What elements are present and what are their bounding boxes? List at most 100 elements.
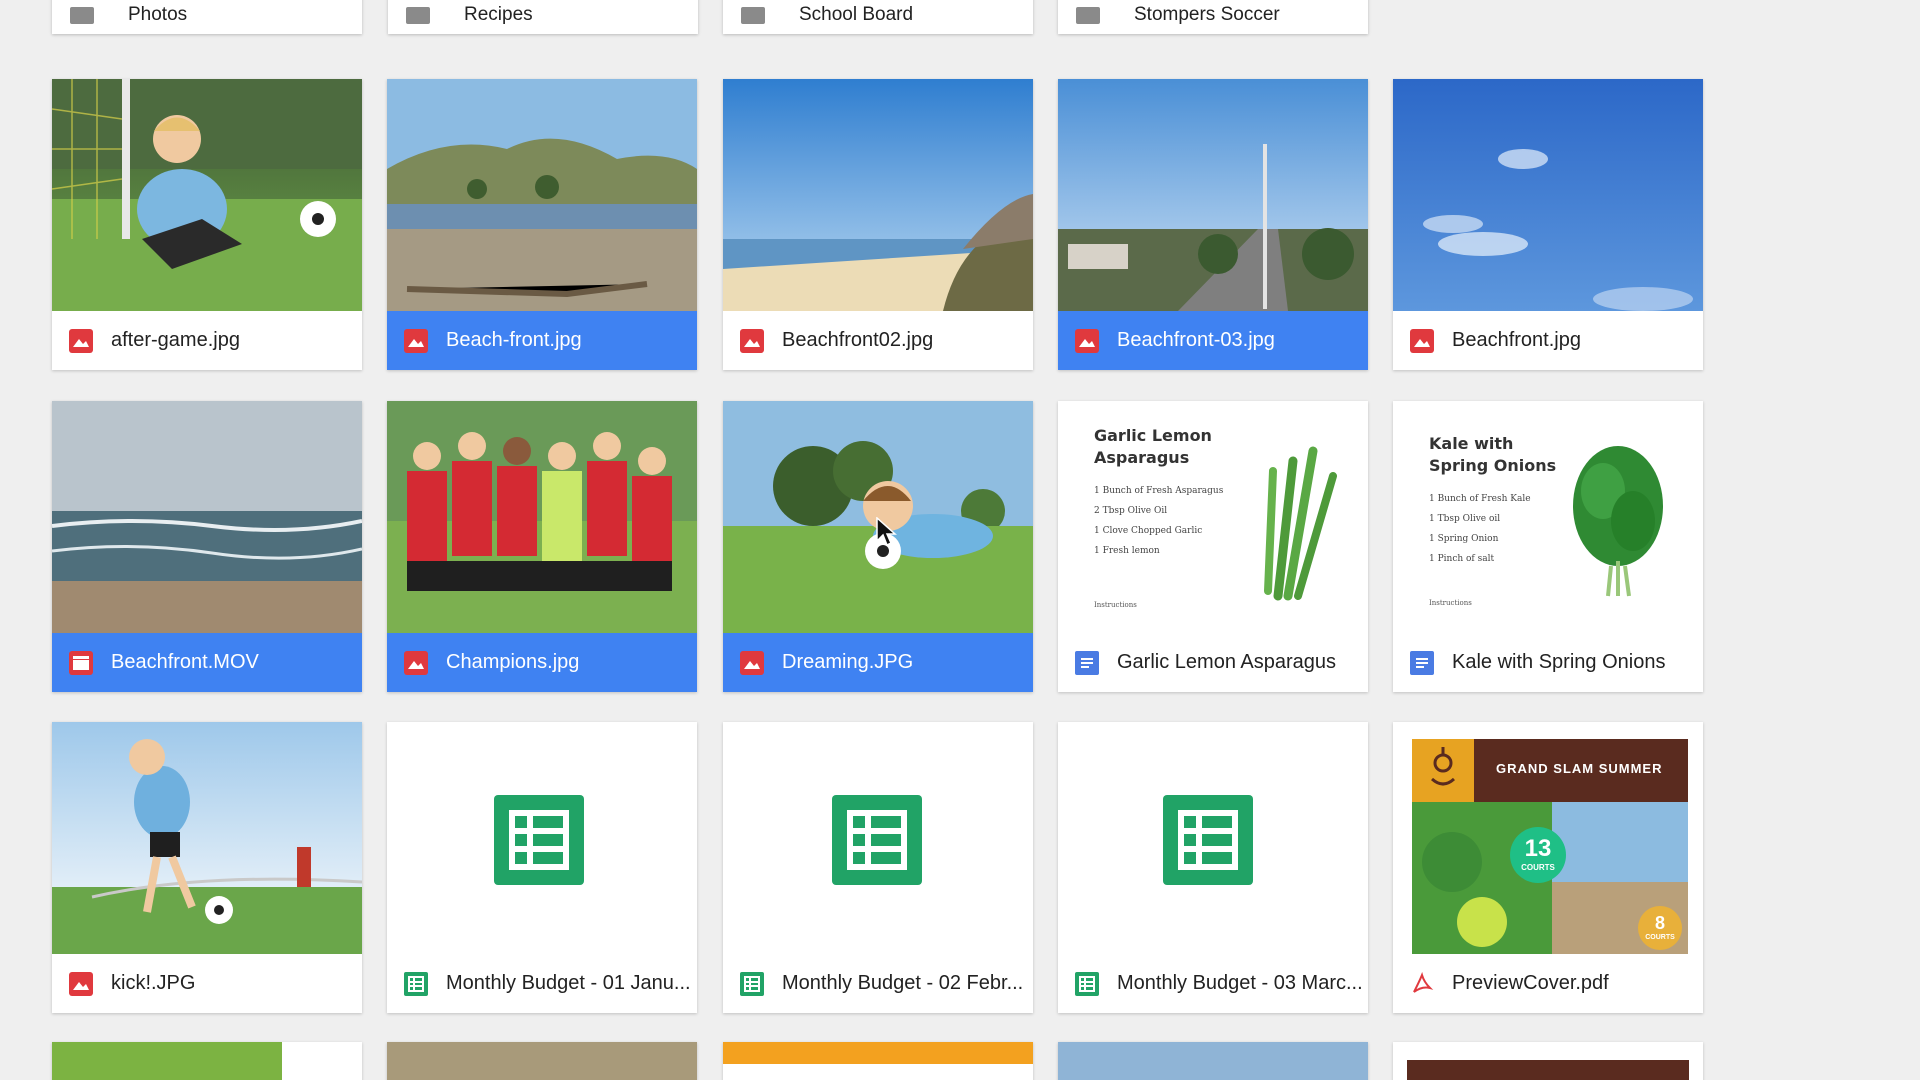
file-card-beachfront-mov[interactable]: Beachfront.MOV [52,401,362,692]
file-label: Champions.jpg [387,633,697,692]
badge-number: 8 [1654,913,1665,933]
file-label: Monthly Budget - 01 Janu... [387,954,697,1013]
file-card-monthly-budget-02[interactable]: Monthly Budget - 02 Febr... [723,722,1033,1013]
video-file-icon [69,650,93,675]
file-card-partial[interactable] [1393,1042,1703,1080]
file-card-beachfront02[interactable]: Beachfront02.jpg [723,79,1033,370]
sheet-file-icon [404,971,428,996]
file-thumbnail [723,79,1033,311]
courts-badge: 8 COURTS [1638,906,1682,950]
file-card-partial[interactable] [52,1042,362,1080]
folder-recipes[interactable]: Recipes [388,0,698,34]
file-name: Beachfront.MOV [111,651,259,673]
file-label: Beachfront.jpg [1393,311,1703,370]
file-thumbnail [52,401,362,633]
file-label: Monthly Budget - 03 Marc... [1058,954,1368,1013]
file-thumbnail [387,722,697,954]
recipe-ingredient: 1 Bunch of Fresh Asparagus [1094,486,1224,496]
recipe-ingredient: 1 Fresh lemon [1094,546,1160,556]
recipe-ingredient: 1 Tbsp Olive oil [1429,514,1501,524]
recipe-ingredient: 2 Tbsp Olive Oil [1094,506,1168,516]
file-card-partial[interactable] [723,1042,1033,1080]
file-label: Monthly Budget - 02 Febr... [723,954,1033,1013]
file-card-partial[interactable] [1058,1042,1368,1080]
file-card-garlic-lemon-asparagus[interactable]: Garlic Lemon Asparagus 1 Bunch of Fresh … [1058,401,1368,692]
file-label: Beachfront02.jpg [723,311,1033,370]
file-thumbnail [1393,79,1703,311]
image-file-icon [69,328,93,353]
file-thumbnail [1058,79,1368,311]
file-card-champions[interactable]: Champions.jpg [387,401,697,692]
recipe-ingredient: 1 Clove Chopped Garlic [1094,526,1203,536]
folder-name: Photos [128,4,188,25]
file-name: after-game.jpg [111,329,240,351]
file-name: Dreaming.JPG [782,651,914,673]
pdf-file-icon [1410,971,1434,996]
badge-label: COURTS [1521,863,1555,872]
file-thumbnail [723,722,1033,954]
cover-logo-icon [1412,739,1474,802]
file-card-beachfront-03[interactable]: Beachfront-03.jpg [1058,79,1368,370]
file-card-partial[interactable] [387,1042,697,1080]
folder-photos[interactable]: Photos [52,0,362,34]
cover-title: GRAND SLAM SUMMER [1496,761,1663,776]
file-thumbnail [52,79,362,311]
file-thumbnail [387,79,697,311]
file-card-monthly-budget-03[interactable]: Monthly Budget - 03 Marc... [1058,722,1368,1013]
cover-photo: 13 COURTS 8 COURTS [1412,802,1688,954]
file-thumbnail: Kale with Spring Onions 1 Bunch of Fresh… [1393,401,1703,633]
image-file-icon [1075,328,1099,353]
cover-header: GRAND SLAM SUMMER [1412,739,1688,802]
file-card-monthly-budget-01[interactable]: Monthly Budget - 01 Janu... [387,722,697,1013]
badge-number: 13 [1524,835,1552,862]
file-thumbnail [1058,722,1368,954]
file-card-after-game[interactable]: after-game.jpg [52,79,362,370]
recipe-instructions: Instructions [1429,599,1472,607]
file-name: Beachfront.jpg [1452,329,1581,351]
partial-thumbnail [387,1042,697,1080]
spreadsheet-icon [832,795,922,885]
folder-icon [1076,6,1100,24]
file-label: Beachfront.MOV [52,633,362,692]
image-file-icon [740,328,764,353]
image-file-icon [69,971,93,996]
file-card-beachfront[interactable]: Beachfront.jpg [1393,79,1703,370]
image-file-icon [1410,328,1434,353]
partial-thumbnail [52,1042,282,1080]
file-name: Beachfront-03.jpg [1117,329,1275,351]
folder-icon [70,6,94,24]
file-name: kick!.JPG [111,972,196,994]
mouse-cursor-icon [876,517,897,547]
image-file-icon [404,650,428,675]
recipe-title: Spring Onions [1429,456,1557,475]
file-name: PreviewCover.pdf [1452,972,1609,994]
file-name: Monthly Budget - 03 Marc... [1117,972,1363,994]
file-label: PreviewCover.pdf [1393,954,1703,1013]
file-label: after-game.jpg [52,311,362,370]
file-card-beach-front[interactable]: Beach-front.jpg [387,79,697,370]
sheet-file-icon [1075,971,1099,996]
doc-file-icon [1410,650,1434,675]
file-label: Kale with Spring Onions [1393,633,1703,692]
folder-stompers-soccer[interactable]: Stompers Soccer [1058,0,1368,34]
file-label: Dreaming.JPG [723,633,1033,692]
partial-thumbnail [723,1042,1033,1064]
kale-illustration [1573,446,1663,597]
file-card-kick[interactable]: kick!.JPG [52,722,362,1013]
file-label: kick!.JPG [52,954,362,1013]
folder-school-board[interactable]: School Board [723,0,1033,34]
image-file-icon [740,650,764,675]
partial-thumbnail [1407,1060,1689,1080]
sheet-file-icon [740,971,764,996]
recipe-ingredient: 1 Bunch of Fresh Kale [1429,494,1531,504]
file-thumbnail: Garlic Lemon Asparagus 1 Bunch of Fresh … [1058,401,1368,633]
file-name: Monthly Budget - 02 Febr... [782,972,1024,994]
recipe-instructions: Instructions [1094,601,1137,609]
file-card-preview-cover[interactable]: GRAND SLAM SUMMER 13 COURTS 8 COURTS Pre… [1393,722,1703,1013]
file-thumbnail [52,722,362,954]
badge-label: COURTS [1645,934,1675,941]
spreadsheet-icon [1163,795,1253,885]
file-name: Garlic Lemon Asparagus [1117,651,1337,673]
file-card-kale-spring-onions[interactable]: Kale with Spring Onions 1 Bunch of Fresh… [1393,401,1703,692]
file-thumbnail [387,401,697,633]
